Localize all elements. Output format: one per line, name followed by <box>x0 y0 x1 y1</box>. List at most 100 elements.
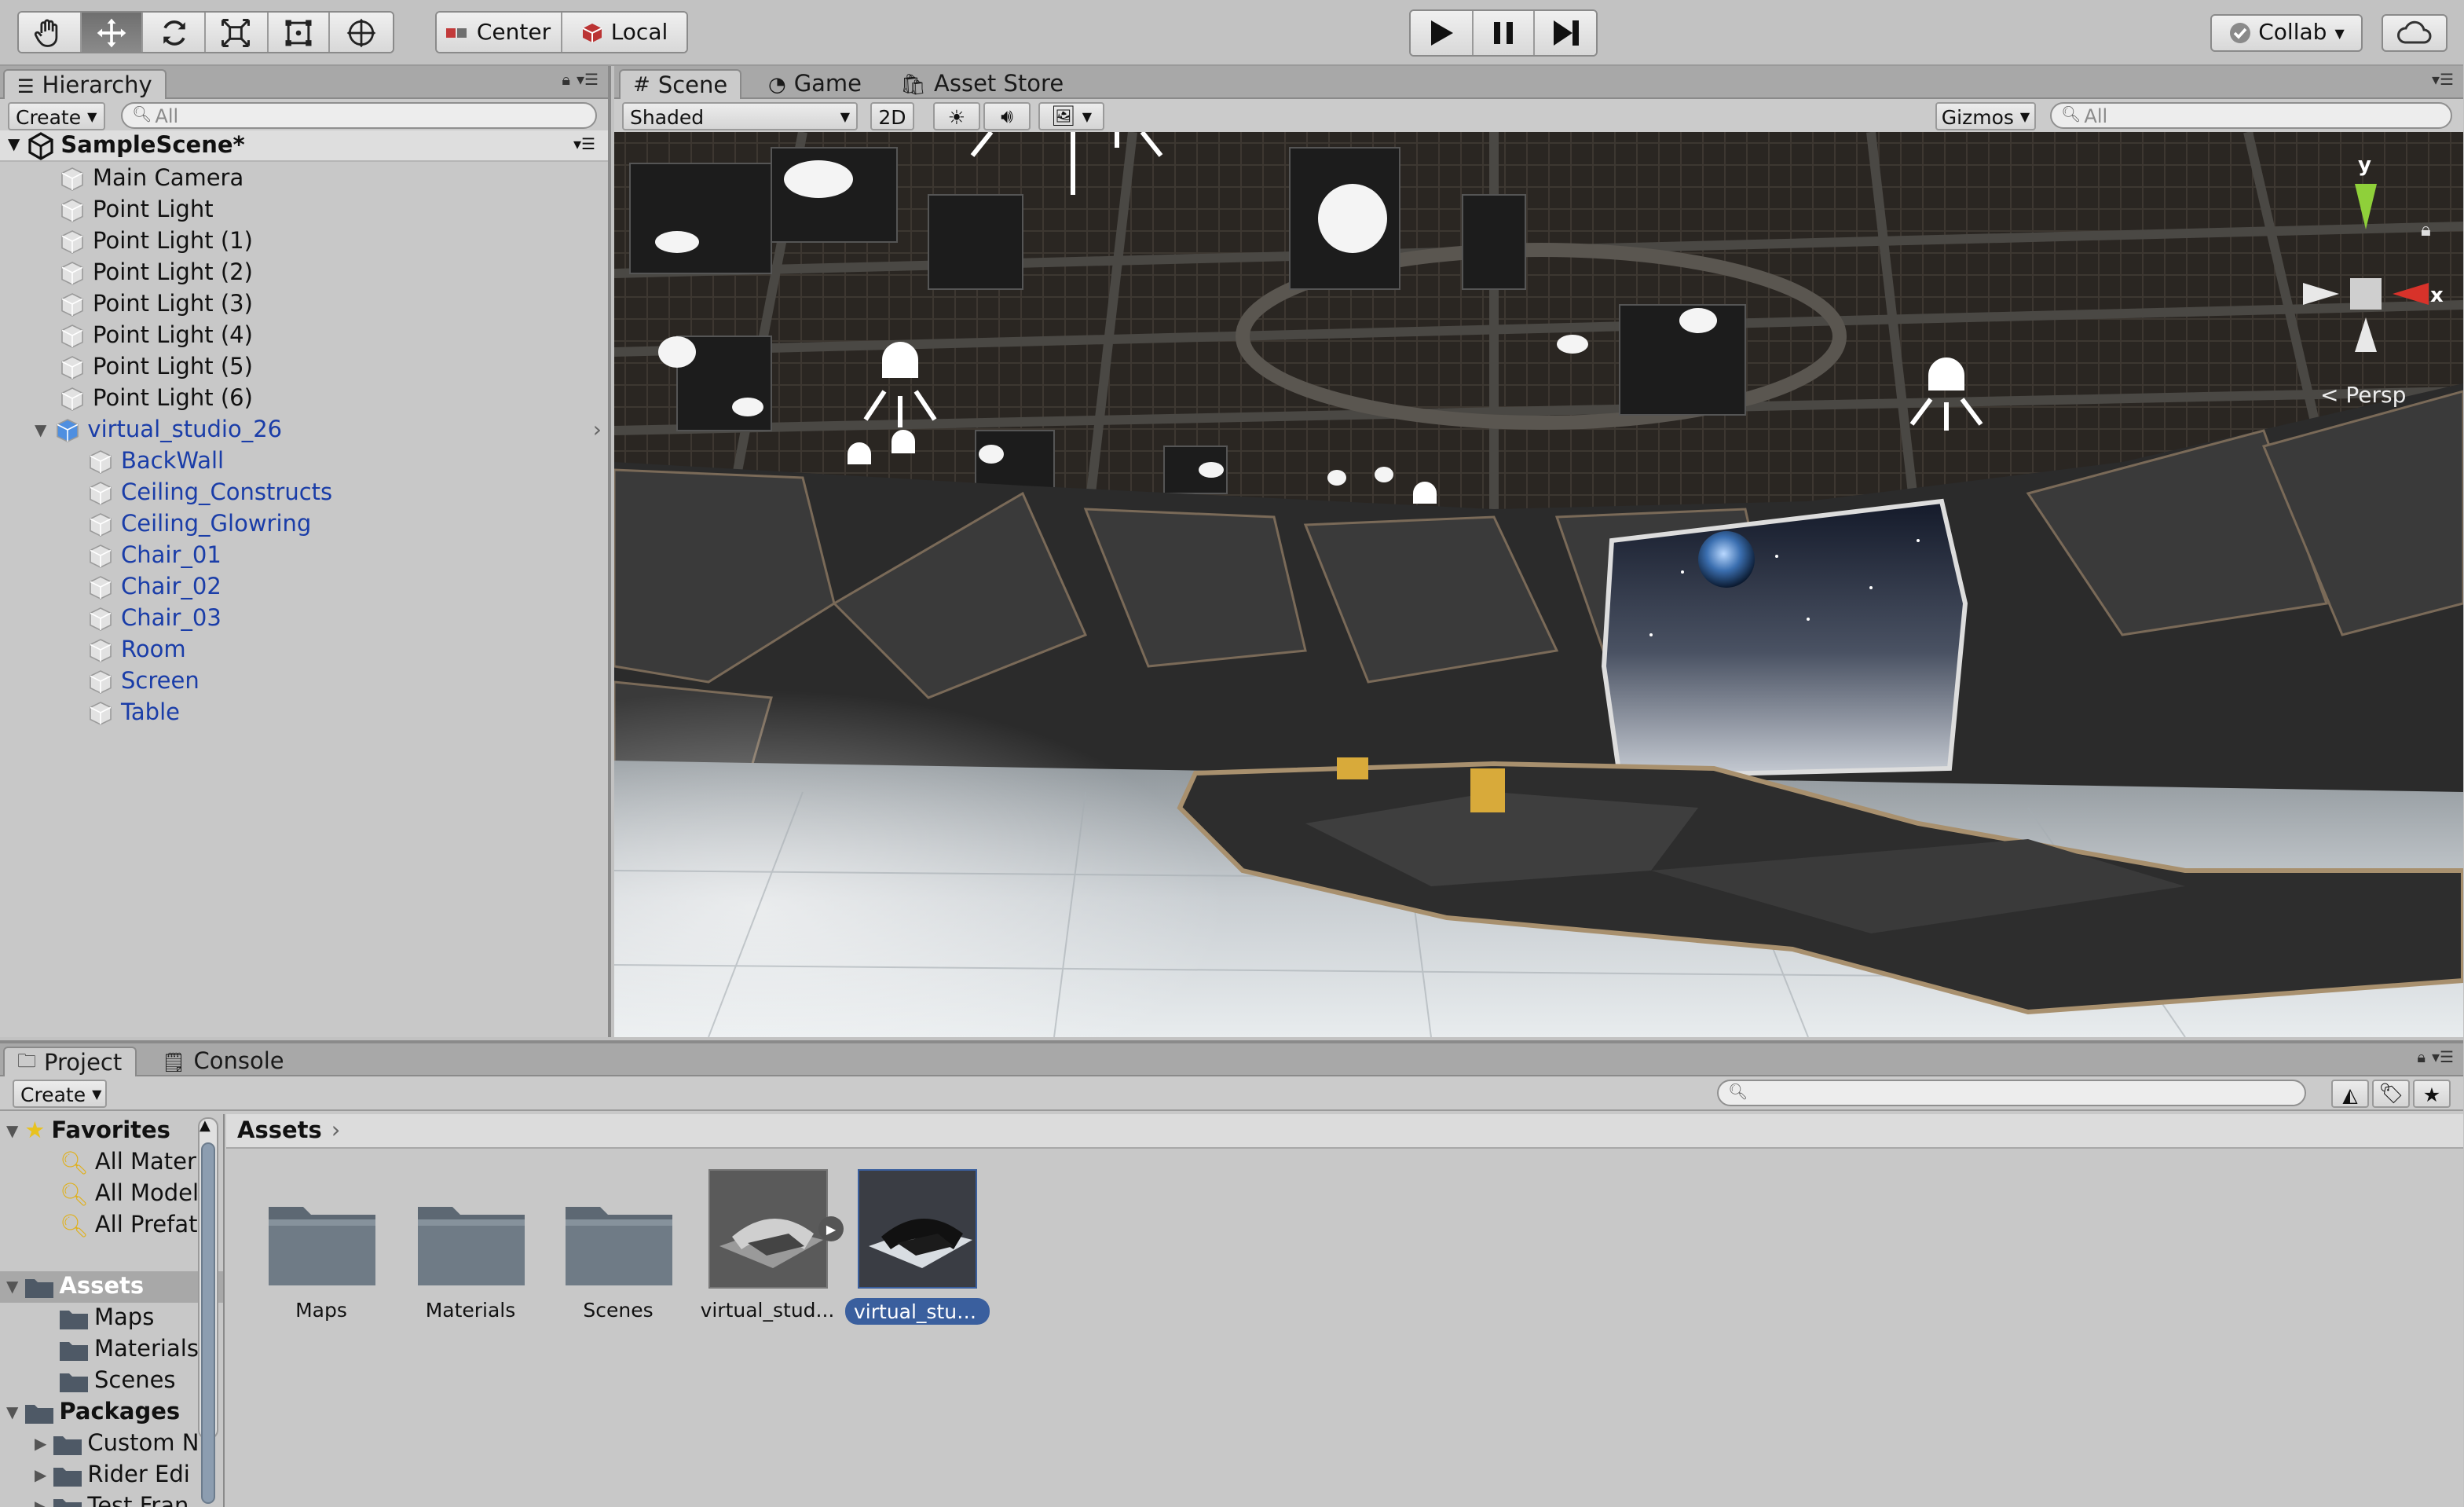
tab-game[interactable]: ◔ Game <box>756 69 874 101</box>
expand-arrow-icon[interactable]: ▼ <box>6 1278 18 1296</box>
collapsed-arrow-icon[interactable]: ▶ <box>35 1436 46 1453</box>
hierarchy-row[interactable]: Point Light <box>60 195 608 226</box>
cloud-services-button[interactable] <box>2382 14 2448 52</box>
hierarchy-child-row[interactable]: Room <box>88 635 186 666</box>
project-tree-scrollbar[interactable] <box>198 1117 218 1504</box>
tab-project[interactable]: 🗀 Project <box>3 1047 137 1078</box>
hierarchy-row[interactable]: Main Camera <box>60 163 608 195</box>
expand-arrow-icon[interactable]: ▼ <box>6 1404 18 1421</box>
tab-asset-store[interactable]: 🛍︎ Asset Store <box>888 69 1076 101</box>
folder-icon <box>558 1169 678 1289</box>
hierarchy-row-label: Table <box>121 701 180 726</box>
chevron-right-icon: › <box>331 1118 341 1143</box>
asset-folder[interactable]: Scenes <box>544 1169 693 1322</box>
play-button[interactable] <box>1411 11 1474 55</box>
scene-menu-icon[interactable]: ▾☰ <box>573 137 595 154</box>
tab-hierarchy[interactable]: ☰ Hierarchy <box>3 69 167 101</box>
prefab-child-cube-icon <box>88 607 113 632</box>
hierarchy-child-row[interactable]: Ceiling_Glowring <box>88 509 311 541</box>
hierarchy-child-row[interactable]: Chair_02 <box>88 572 222 603</box>
tree-favorites[interactable]: ▼ ★ Favorites <box>6 1116 170 1147</box>
shading-mode-dropdown[interactable]: Shaded ▼ <box>622 102 858 130</box>
collapsed-arrow-icon[interactable]: ▶ <box>35 1467 46 1484</box>
tree-packages[interactable]: ▼ Packages <box>6 1397 180 1428</box>
tree-assets[interactable]: ▼ Assets <box>0 1271 223 1303</box>
scene-viewport[interactable]: y x < Persp 🔒︎ <box>614 132 2463 1037</box>
chevron-right-icon[interactable]: › <box>593 418 602 443</box>
hierarchy-child-row[interactable]: Chair_03 <box>88 603 222 635</box>
effects-dropdown[interactable]: 🖼︎ ▼ <box>1038 102 1104 130</box>
hierarchy-row[interactable]: Point Light (5) <box>60 352 608 383</box>
hierarchy-child-row[interactable]: Table <box>88 698 180 729</box>
asset-folder[interactable]: Maps <box>247 1169 396 1322</box>
asset-prefab[interactable]: virtual_stud... <box>842 1169 991 1329</box>
hierarchy-create-dropdown[interactable]: Create ▼ <box>8 102 105 130</box>
gizmos-dropdown[interactable]: Gizmos ▼ <box>1935 102 2036 130</box>
hierarchy-search-input[interactable]: 🔍︎ All <box>121 102 597 129</box>
scale-tool-button[interactable] <box>206 13 269 52</box>
audio-toggle[interactable]: 🔊︎ <box>983 102 1031 130</box>
expand-arrow-icon[interactable]: ▼ <box>35 422 46 439</box>
tree-folder[interactable]: Maps <box>60 1303 154 1334</box>
favorites-filter-button[interactable]: ★ <box>2413 1080 2451 1108</box>
tree-favorite-item[interactable]: 🔍︎ All Prefat <box>60 1210 198 1241</box>
hierarchy-child-row[interactable]: Chair_01 <box>88 541 222 572</box>
hierarchy-prefab-row[interactable]: ▼ virtual_studio_26 › <box>35 415 608 446</box>
scene-root-row[interactable]: ▼ SampleScene* ▾☰ <box>0 130 608 162</box>
scroll-up-arrow-icon[interactable]: ▲ <box>200 1119 211 1135</box>
breadcrumb-assets[interactable]: Assets <box>237 1118 322 1143</box>
hierarchy-row[interactable]: Point Light (1) <box>60 226 608 258</box>
move-tool-button[interactable] <box>81 13 144 52</box>
tab-console[interactable]: 🗒︎ Console <box>149 1047 297 1078</box>
assets-root-label: Assets <box>59 1274 145 1300</box>
asset-folder[interactable]: Materials <box>396 1169 545 1322</box>
hierarchy-child-row[interactable]: BackWall <box>88 446 224 478</box>
tree-package[interactable]: ▶ Test Fran <box>35 1491 189 1507</box>
rect-tool-button[interactable] <box>268 13 331 52</box>
2d-toggle[interactable]: 2D <box>870 102 914 130</box>
project-search-input[interactable]: 🔍︎ <box>1717 1080 2306 1106</box>
tree-folder[interactable]: Scenes <box>60 1366 176 1397</box>
lock-icon[interactable]: 🔒︎ <box>2421 218 2431 240</box>
pivot-center-icon <box>446 28 467 37</box>
collapsed-arrow-icon[interactable]: ▶ <box>35 1498 46 1507</box>
rotate-tool-button[interactable] <box>143 13 207 52</box>
hierarchy-row[interactable]: Point Light (4) <box>60 321 608 352</box>
asset-prefab[interactable]: ▶ virtual_stud... <box>693 1169 844 1322</box>
collab-button[interactable]: Collab ▼ <box>2210 14 2363 52</box>
hierarchy-row[interactable]: Point Light (2) <box>60 258 608 289</box>
tree-package[interactable]: ▶ Custom N <box>35 1428 199 1460</box>
filter-by-type-button[interactable]: ◭ <box>2331 1080 2369 1108</box>
hierarchy-child-row[interactable]: Ceiling_Constructs <box>88 478 332 509</box>
project-panel-menu[interactable]: 🔒︎ ▾☰ <box>2417 1050 2454 1067</box>
lighting-toggle[interactable]: ☀ <box>933 102 980 130</box>
scene-search-input[interactable]: 🔍︎ All <box>2050 102 2452 129</box>
tree-folder[interactable]: Materials <box>60 1334 199 1366</box>
hierarchy-panel-menu[interactable]: 🔒︎ ▾☰ <box>562 72 599 90</box>
pause-button[interactable] <box>1473 11 1536 55</box>
pivot-mode-button[interactable]: Center <box>437 13 562 52</box>
hand-tool-button[interactable] <box>19 13 82 52</box>
tree-favorite-item[interactable]: 🔍︎ All Model <box>60 1179 199 1210</box>
tab-scene[interactable]: # Scene <box>619 69 742 101</box>
step-button[interactable] <box>1535 11 1596 55</box>
transform-tool-button[interactable] <box>330 13 393 52</box>
scrollbar-thumb[interactable] <box>201 1142 215 1504</box>
search-icon: 🔍︎ <box>132 107 152 124</box>
project-create-dropdown[interactable]: Create ▼ <box>13 1080 107 1108</box>
gameobject-cube-icon <box>60 355 85 380</box>
expand-prefab-icon[interactable]: ▶ <box>818 1216 844 1241</box>
scene-panel-menu[interactable]: ▾☰ <box>2432 72 2454 90</box>
hierarchy-child-row[interactable]: Screen <box>88 666 200 698</box>
filter-by-label-button[interactable]: 🏷︎ <box>2372 1080 2410 1108</box>
expand-arrow-icon[interactable]: ▼ <box>6 1123 18 1140</box>
tree-favorite-item[interactable]: 🔍︎ All Mater <box>60 1147 196 1179</box>
hierarchy-row[interactable]: Point Light (3) <box>60 289 608 321</box>
folder-icon <box>24 1402 53 1423</box>
tree-package[interactable]: ▶ Rider Edi <box>35 1460 190 1491</box>
hierarchy-row-label: virtual_studio_26 <box>87 418 283 443</box>
pivot-rotation-button[interactable]: Local <box>562 13 686 52</box>
projection-label[interactable]: < Persp <box>2320 382 2406 408</box>
hierarchy-row[interactable]: Point Light (6) <box>60 383 608 415</box>
expand-arrow-icon[interactable]: ▼ <box>8 137 20 154</box>
